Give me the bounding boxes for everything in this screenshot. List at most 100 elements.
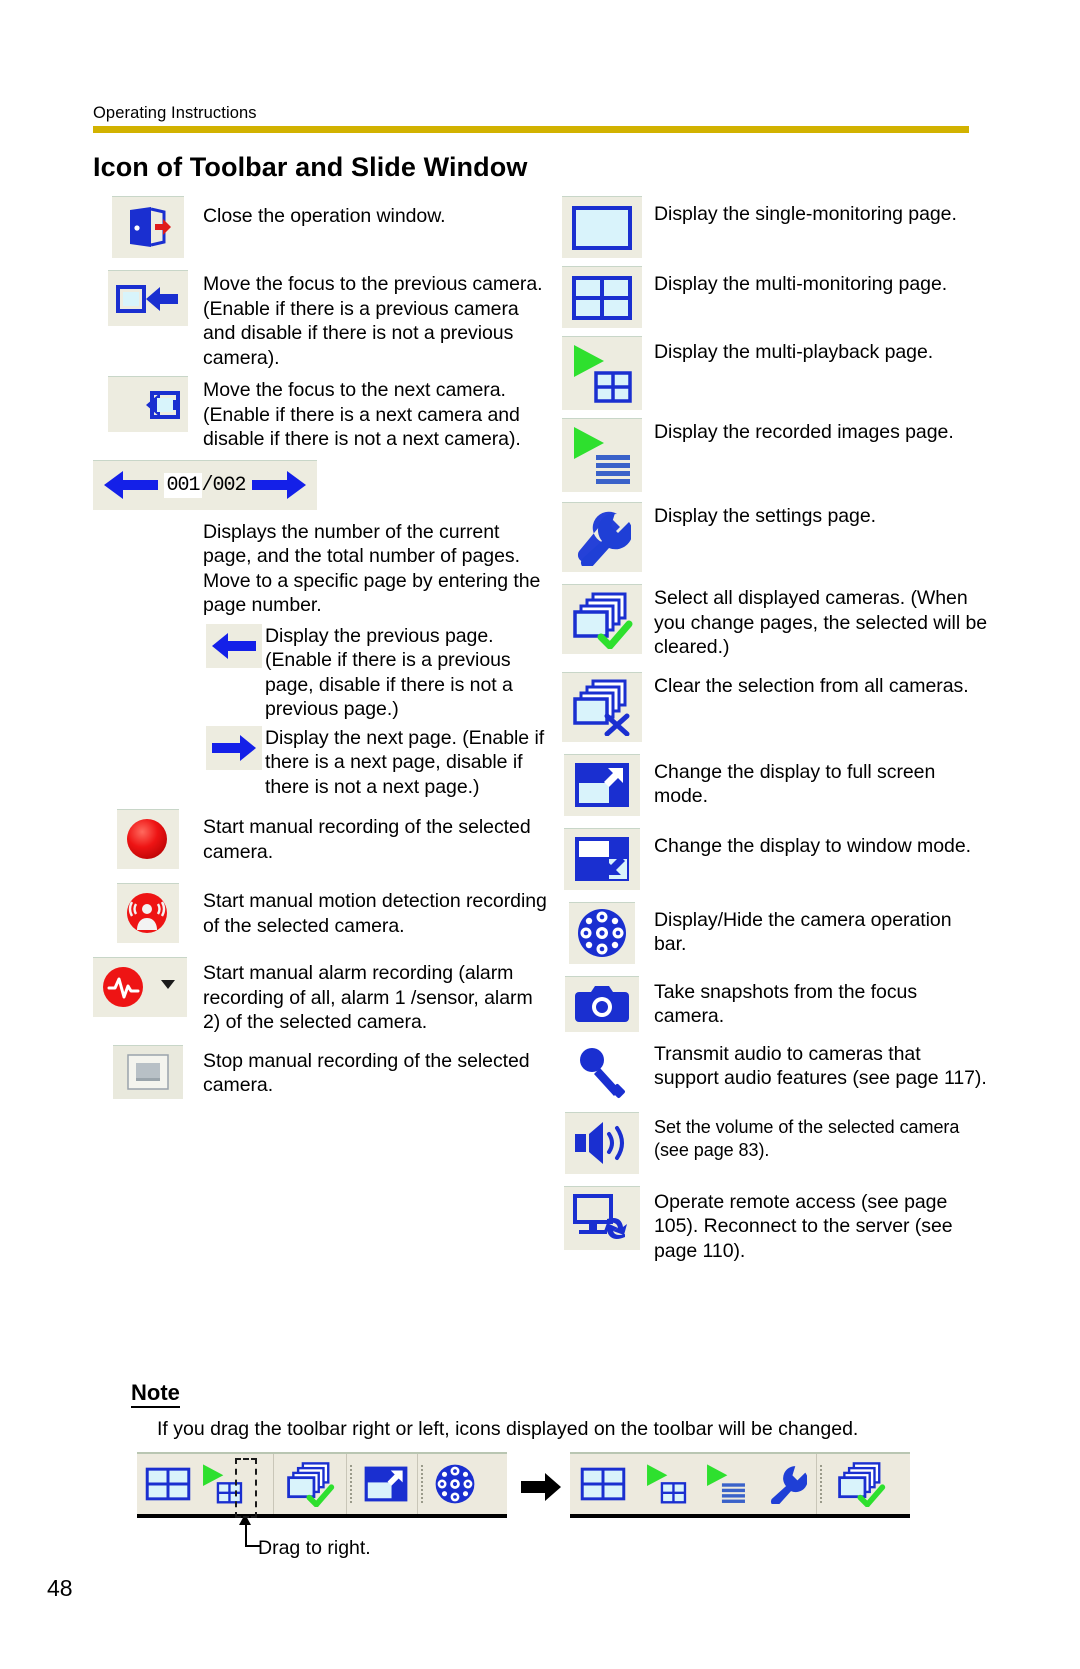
focus-previous-camera-icon[interactable] (108, 270, 188, 326)
speaker-volume-icon[interactable] (564, 1111, 639, 1174)
full-screen-icon (364, 1466, 408, 1502)
entry-focus-previous-camera: Move the focus to the previous camera. (… (93, 270, 548, 370)
page-title: Icon of Toolbar and Slide Window (93, 152, 528, 182)
previous-page-arrow-icon[interactable] (206, 623, 262, 668)
settings-wrench-icon[interactable] (561, 502, 642, 572)
entry-text: Change the display to full screen mode. (654, 760, 936, 808)
camera-operation-bar-icon (435, 1464, 475, 1504)
camera-operation-bar-icon[interactable] (568, 901, 635, 964)
toolbar-slot[interactable] (355, 1465, 417, 1503)
select-all-cameras-icon[interactable] (561, 584, 642, 654)
header-rule (93, 126, 969, 133)
focus-next-camera-icon[interactable] (108, 376, 188, 432)
toolbar-drag-handle[interactable] (235, 1458, 257, 1518)
entry-full-screen: Change the display to full screen mode. (549, 753, 989, 816)
page-indicator-current[interactable]: 001 (164, 472, 202, 498)
motion-detection-record-icon[interactable] (117, 883, 179, 943)
right-arrow-icon (521, 1473, 561, 1501)
toolbar-grip[interactable] (350, 1465, 352, 1503)
clear-selection-icon[interactable] (561, 671, 642, 742)
drag-caption: Drag to right. (258, 1537, 371, 1559)
entry-window-mode: Change the display to window mode. (549, 827, 989, 890)
entry-text: Display the settings page. (654, 505, 876, 527)
entry-text: Start manual motion detection recording … (203, 890, 547, 937)
close-window-icon[interactable] (112, 196, 184, 258)
microphone-icon[interactable] (569, 1042, 635, 1104)
toolbar-divider (816, 1454, 817, 1514)
entry-microphone: Transmit audio to cameras that support a… (549, 1042, 989, 1104)
single-monitoring-icon[interactable] (561, 196, 642, 258)
note-body: If you drag the toolbar right or left, i… (157, 1418, 859, 1440)
document-page: Operating Instructions Icon of Toolbar a… (0, 0, 1080, 1669)
toolbar-slot[interactable] (696, 1463, 756, 1505)
toolbar-slot[interactable] (756, 1464, 816, 1504)
entry-next-page: Display the next page. (Enable if there … (203, 725, 548, 800)
multi-monitoring-icon[interactable] (561, 266, 642, 328)
entry-text: Display the next page. (Enable if there … (265, 726, 545, 798)
entry-text: Start manual recording of the selected c… (203, 816, 531, 863)
alarm-record-icon[interactable] (93, 957, 187, 1017)
entry-alarm-record: Start manual alarm recording (alarm reco… (93, 957, 548, 1035)
multi-playback-icon[interactable] (561, 336, 642, 410)
select-all-cameras-icon (287, 1462, 335, 1507)
toolbar-figure-left (137, 1452, 507, 1518)
toolbar-slot[interactable] (570, 1466, 636, 1502)
entry-close-window: Close the operation window. (93, 196, 548, 258)
entry-camera-operation-bar: Display/Hide the camera operation bar. (549, 901, 989, 964)
entry-text: Display the multi-playback page. (654, 341, 934, 363)
multi-monitoring-icon (145, 1467, 191, 1501)
entry-text: Display the recorded images page. (654, 421, 954, 443)
entry-manual-record: Start manual recording of the selected c… (93, 809, 548, 869)
entry-multi-monitoring: Display the multi-monitoring page. (549, 266, 989, 328)
toolbar-divider (417, 1454, 418, 1514)
entry-clear-selection: Clear the selection from all cameras. (549, 671, 989, 742)
entry-volume: Set the volume of the selected camera (s… (549, 1111, 989, 1174)
full-screen-icon[interactable] (563, 753, 640, 816)
entry-stop-record: Stop manual recording of the selected ca… (93, 1044, 548, 1099)
toolbar-slot[interactable] (825, 1461, 897, 1507)
next-page-arrow-icon[interactable] (206, 725, 262, 770)
toolbar-figure-right (570, 1452, 910, 1518)
multi-monitoring-icon (580, 1467, 626, 1501)
entry-text: Display the previous page. (Enable if th… (265, 624, 513, 721)
select-all-cameras-icon (838, 1462, 886, 1507)
toolbar-slot[interactable] (137, 1466, 199, 1502)
entry-text: Select all displayed cameras. (When you … (654, 587, 988, 658)
left-column: Close the operation window. Move the foc… (93, 196, 548, 1099)
entry-snapshot: Take snapshots from the focus camera. (549, 975, 989, 1032)
entry-multi-playback: Display the multi-playback page. (549, 336, 989, 410)
remote-access-icon[interactable] (563, 1185, 640, 1250)
entry-single-monitoring: Display the single-monitoring page. (549, 196, 989, 258)
note-heading: Note (131, 1381, 180, 1408)
entry-select-all-cameras: Select all displayed cameras. (When you … (549, 584, 989, 660)
entry-text: Move the focus to the previous camera. (… (203, 273, 543, 369)
manual-record-icon[interactable] (117, 809, 179, 869)
stop-record-icon[interactable] (113, 1044, 183, 1099)
entry-motion-detection-record: Start manual motion detection recording … (93, 883, 548, 943)
page-indicator-widget[interactable]: 001/002 (93, 459, 317, 510)
entry-text: Display/Hide the camera operation bar. (654, 908, 952, 956)
page-number: 48 (47, 1575, 73, 1601)
alarm-record-dropdown-caret[interactable] (161, 980, 175, 989)
entry-text: Display the single-monitoring page. (654, 203, 957, 225)
entry-text: Transmit audio to cameras that support a… (654, 1042, 987, 1090)
entry-page-indicator: 001/002 Displays the number of the curre… (93, 459, 548, 618)
entry-text: Stop manual recording of the selected ca… (203, 1049, 530, 1097)
entry-text: Clear the selection from all cameras. (654, 674, 969, 697)
window-mode-icon[interactable] (563, 827, 640, 890)
toolbar-grip[interactable] (820, 1465, 822, 1503)
snapshot-camera-icon[interactable] (564, 975, 639, 1032)
settings-wrench-icon (770, 1466, 807, 1504)
page-prev-arrow-icon (104, 471, 158, 499)
toolbar-slot[interactable] (274, 1461, 346, 1507)
toolbar-slot[interactable] (636, 1463, 696, 1505)
entry-remote-access: Operate remote access (see page 105). Re… (549, 1185, 989, 1264)
entry-text: Display the multi-monitoring page. (654, 273, 948, 295)
multi-playback-icon (647, 1464, 687, 1504)
toolbar-grip[interactable] (421, 1465, 423, 1503)
page-next-arrow-icon (252, 471, 306, 499)
entry-text: Take snapshots from the focus camera. (654, 980, 918, 1028)
entry-recorded-images: Display the recorded images page. (549, 418, 989, 492)
recorded-images-icon[interactable] (561, 418, 642, 492)
toolbar-slot[interactable] (426, 1463, 484, 1505)
